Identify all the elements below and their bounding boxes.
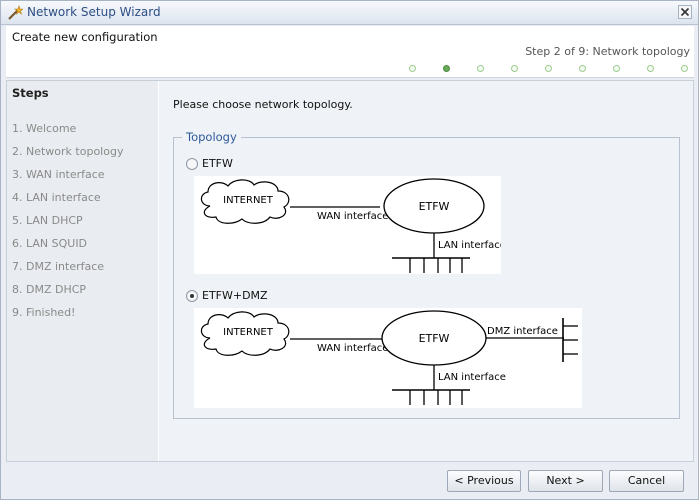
main-panel: Please choose network topology. Topology… (159, 81, 693, 461)
progress-dot (511, 65, 518, 72)
step-item-network-topology: 2. Network topology (12, 145, 124, 158)
step-item-dmz-dhcp: 8. DMZ DHCP (12, 283, 87, 296)
radio-etfw-dmz[interactable] (186, 290, 198, 302)
step-item-welcome: 1. Welcome (12, 122, 77, 135)
radio-etfw-dmz-label[interactable]: ETFW+DMZ (202, 289, 268, 302)
step-item-lan-dhcp: 5. LAN DHCP (12, 214, 83, 227)
title-bar[interactable]: Network Setup Wizard (1, 1, 698, 25)
progress-dot (443, 65, 450, 72)
progress-dot (409, 65, 416, 72)
progress-dot (477, 65, 484, 72)
instruction-text: Please choose network topology. (173, 98, 353, 111)
dmz-label: DMZ interface (487, 326, 558, 337)
sidebar-title: Steps (12, 86, 49, 100)
radio-etfw-label[interactable]: ETFW (202, 157, 233, 170)
topology-group: Topology ETFW INTERNET WAN interface ETF… (173, 130, 680, 419)
step-item-lan-interface: 4. LAN interface (12, 191, 101, 204)
step-indicator: Step 2 of 9: Network topology (525, 45, 690, 58)
wan-label: WAN interface (317, 343, 388, 354)
close-icon[interactable] (678, 5, 692, 19)
content-frame: Steps 1. Welcome 2. Network topology 3. … (6, 80, 694, 462)
radio-etfw[interactable] (186, 158, 198, 170)
firewall-label: ETFW (419, 200, 450, 213)
wan-label: WAN interface (317, 211, 388, 222)
step-item-wan-interface: 3. WAN interface (12, 168, 105, 181)
internet-label: INTERNET (223, 195, 274, 206)
progress-dot (545, 65, 552, 72)
etfw-diagram[interactable]: INTERNET WAN interface ETFW LAN interfac… (194, 176, 506, 274)
lan-label: LAN interface (438, 240, 501, 251)
topology-group-title: Topology (182, 130, 241, 144)
internet-label: INTERNET (223, 327, 274, 338)
progress-dot (579, 65, 586, 72)
wizard-window: Network Setup Wizard Create new configur… (0, 0, 699, 500)
cancel-button[interactable]: Cancel (609, 470, 684, 492)
previous-button[interactable]: < Previous (447, 470, 521, 492)
step-item-finished: 9. Finished! (12, 306, 76, 319)
progress-dot (647, 65, 654, 72)
header-title: Create new configuration (12, 30, 158, 44)
next-button[interactable]: Next > (528, 470, 603, 492)
step-item-lan-squid: 6. LAN SQUID (12, 237, 88, 250)
progress-dot (613, 65, 620, 72)
firewall-label: ETFW (419, 332, 450, 345)
step-item-dmz-interface: 7. DMZ interface (12, 260, 105, 273)
window-title: Network Setup Wizard (27, 5, 161, 19)
etfw-dmz-diagram[interactable]: INTERNET WAN interface ETFW DMZ interfac… (194, 308, 582, 408)
wizard-header: Create new configuration Step 2 of 9: Ne… (6, 26, 694, 78)
lan-label: LAN interface (438, 372, 506, 383)
steps-sidebar: Steps 1. Welcome 2. Network topology 3. … (7, 81, 158, 461)
wand-icon (8, 5, 23, 20)
progress-dot (681, 65, 688, 72)
